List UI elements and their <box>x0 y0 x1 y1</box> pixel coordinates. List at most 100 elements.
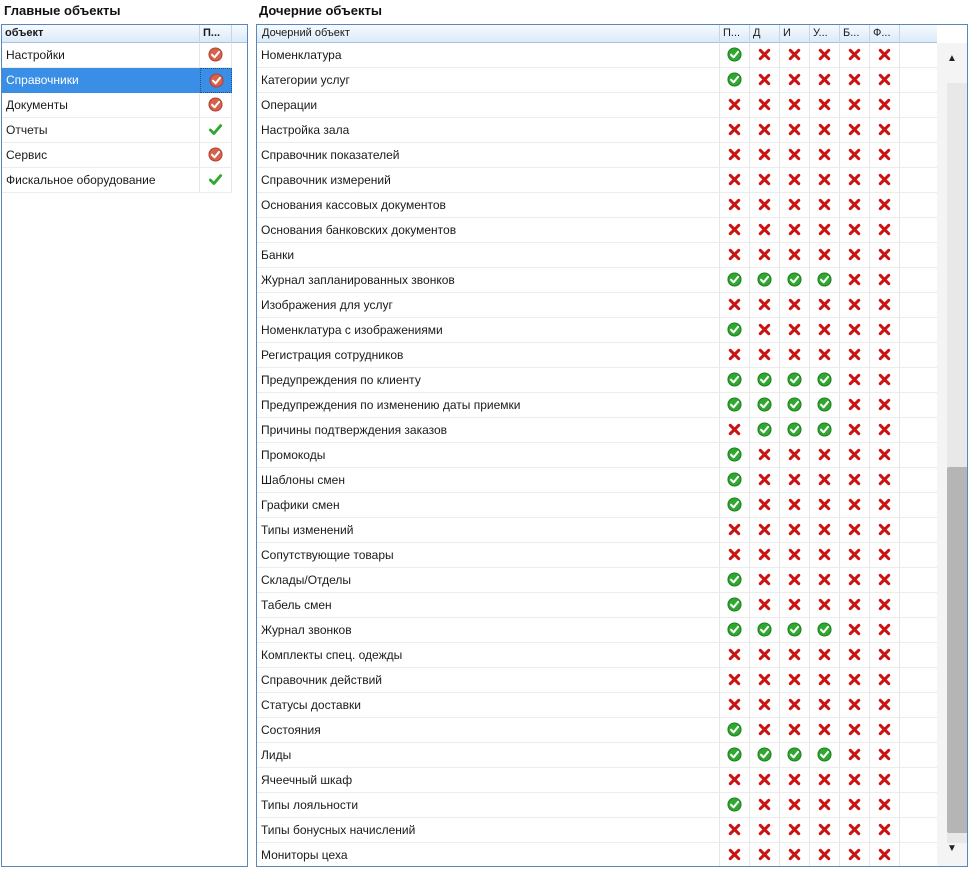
child-object-permission-cell[interactable] <box>810 93 840 118</box>
child-object-permission-cell[interactable] <box>750 818 780 843</box>
child-object-permission-cell[interactable] <box>750 443 780 468</box>
child-object-name[interactable]: Банки <box>257 243 720 268</box>
child-object-permission-cell[interactable] <box>750 518 780 543</box>
child-object-permission-cell[interactable] <box>870 93 900 118</box>
child-object-permission-cell[interactable] <box>870 268 900 293</box>
child-object-row[interactable]: Журнал звонков <box>257 618 937 643</box>
child-object-permission-cell[interactable] <box>720 593 750 618</box>
child-object-permission-cell[interactable] <box>750 143 780 168</box>
child-object-name[interactable]: Операции <box>257 93 720 118</box>
child-object-permission-cell[interactable] <box>810 418 840 443</box>
child-object-permission-cell[interactable] <box>840 718 870 743</box>
child-object-permission-cell[interactable] <box>870 593 900 618</box>
child-object-permission-cell[interactable] <box>810 643 840 668</box>
child-object-permission-cell[interactable] <box>810 443 840 468</box>
child-object-row[interactable]: Справочник действий <box>257 668 937 693</box>
child-object-name[interactable]: Состояния <box>257 718 720 743</box>
child-object-row[interactable]: Графики смен <box>257 493 937 518</box>
child-object-permission-cell[interactable] <box>810 618 840 643</box>
main-object-permission-cell[interactable] <box>200 68 232 93</box>
child-object-permission-cell[interactable] <box>870 43 900 68</box>
child-object-permission-cell[interactable] <box>720 693 750 718</box>
child-object-permission-cell[interactable] <box>720 618 750 643</box>
column-header-permission-1[interactable]: П... <box>720 25 750 43</box>
child-object-row[interactable]: Журнал запланированных звонков <box>257 268 937 293</box>
main-object-name[interactable]: Документы <box>2 93 200 118</box>
child-object-permission-cell[interactable] <box>720 743 750 768</box>
child-object-permission-cell[interactable] <box>870 193 900 218</box>
child-object-permission-cell[interactable] <box>870 493 900 518</box>
child-object-permission-cell[interactable] <box>810 593 840 618</box>
child-object-permission-cell[interactable] <box>720 518 750 543</box>
scrollbar-thumb[interactable] <box>947 467 967 833</box>
child-object-name[interactable]: Категории услуг <box>257 68 720 93</box>
child-object-row[interactable]: Причины подтверждения заказов <box>257 418 937 443</box>
child-object-row[interactable]: Предупреждения по изменению даты приемки <box>257 393 937 418</box>
child-object-permission-cell[interactable] <box>720 468 750 493</box>
child-object-permission-cell[interactable] <box>870 843 900 866</box>
child-object-permission-cell[interactable] <box>720 818 750 843</box>
child-object-permission-cell[interactable] <box>780 168 810 193</box>
child-object-row[interactable]: Промокоды <box>257 443 937 468</box>
child-object-permission-cell[interactable] <box>750 418 780 443</box>
child-object-name[interactable]: Статусы доставки <box>257 693 720 718</box>
child-object-permission-cell[interactable] <box>840 518 870 543</box>
child-object-permission-cell[interactable] <box>810 343 840 368</box>
scroll-down-arrow-icon[interactable]: ▼ <box>937 841 967 857</box>
child-object-row[interactable]: Номенклатура <box>257 43 937 68</box>
child-object-permission-cell[interactable] <box>780 518 810 543</box>
child-object-permission-cell[interactable] <box>840 843 870 866</box>
child-object-permission-cell[interactable] <box>780 443 810 468</box>
child-object-permission-cell[interactable] <box>750 618 780 643</box>
main-object-permission-cell[interactable] <box>200 43 232 68</box>
child-object-permission-cell[interactable] <box>780 93 810 118</box>
child-object-permission-cell[interactable] <box>780 843 810 866</box>
child-object-row[interactable]: Статусы доставки <box>257 693 937 718</box>
child-object-permission-cell[interactable] <box>720 93 750 118</box>
child-object-permission-cell[interactable] <box>750 68 780 93</box>
child-object-permission-cell[interactable] <box>780 768 810 793</box>
scroll-up-arrow-icon[interactable]: ▲ <box>937 51 967 67</box>
child-object-permission-cell[interactable] <box>750 168 780 193</box>
child-object-permission-cell[interactable] <box>840 593 870 618</box>
child-object-permission-cell[interactable] <box>750 243 780 268</box>
main-object-permission-cell[interactable] <box>200 118 232 143</box>
child-object-permission-cell[interactable] <box>870 218 900 243</box>
child-object-permission-cell[interactable] <box>780 243 810 268</box>
child-object-permission-cell[interactable] <box>840 643 870 668</box>
child-object-permission-cell[interactable] <box>720 418 750 443</box>
child-object-permission-cell[interactable] <box>720 143 750 168</box>
child-object-row[interactable]: Типы изменений <box>257 518 937 543</box>
column-header-child-object[interactable]: Дочерний объект <box>257 25 720 43</box>
child-object-permission-cell[interactable] <box>720 268 750 293</box>
child-object-permission-cell[interactable] <box>720 543 750 568</box>
child-object-row[interactable]: Состояния <box>257 718 937 743</box>
child-object-name[interactable]: Основания кассовых документов <box>257 193 720 218</box>
child-object-name[interactable]: Шаблоны смен <box>257 468 720 493</box>
child-object-permission-cell[interactable] <box>870 118 900 143</box>
main-objects-grid[interactable]: объект П... Настройки Справочники Документ… <box>1 24 248 867</box>
child-object-permission-cell[interactable] <box>720 168 750 193</box>
child-object-permission-cell[interactable] <box>810 368 840 393</box>
child-object-permission-cell[interactable] <box>870 568 900 593</box>
child-object-permission-cell[interactable] <box>870 793 900 818</box>
child-object-permission-cell[interactable] <box>720 368 750 393</box>
child-object-row[interactable]: Банки <box>257 243 937 268</box>
child-object-name[interactable]: Мониторы цеха <box>257 843 720 866</box>
child-object-permission-cell[interactable] <box>780 193 810 218</box>
child-object-permission-cell[interactable] <box>870 318 900 343</box>
child-object-permission-cell[interactable] <box>780 418 810 443</box>
child-object-permission-cell[interactable] <box>750 693 780 718</box>
child-object-permission-cell[interactable] <box>720 318 750 343</box>
child-object-permission-cell[interactable] <box>810 843 840 866</box>
child-object-permission-cell[interactable] <box>870 668 900 693</box>
child-object-permission-cell[interactable] <box>720 768 750 793</box>
child-object-permission-cell[interactable] <box>810 793 840 818</box>
child-object-permission-cell[interactable] <box>810 493 840 518</box>
child-object-name[interactable]: Изображения для услуг <box>257 293 720 318</box>
child-object-permission-cell[interactable] <box>720 393 750 418</box>
child-object-permission-cell[interactable] <box>750 118 780 143</box>
child-object-row[interactable]: Табель смен <box>257 593 937 618</box>
child-object-permission-cell[interactable] <box>750 343 780 368</box>
child-object-permission-cell[interactable] <box>840 543 870 568</box>
